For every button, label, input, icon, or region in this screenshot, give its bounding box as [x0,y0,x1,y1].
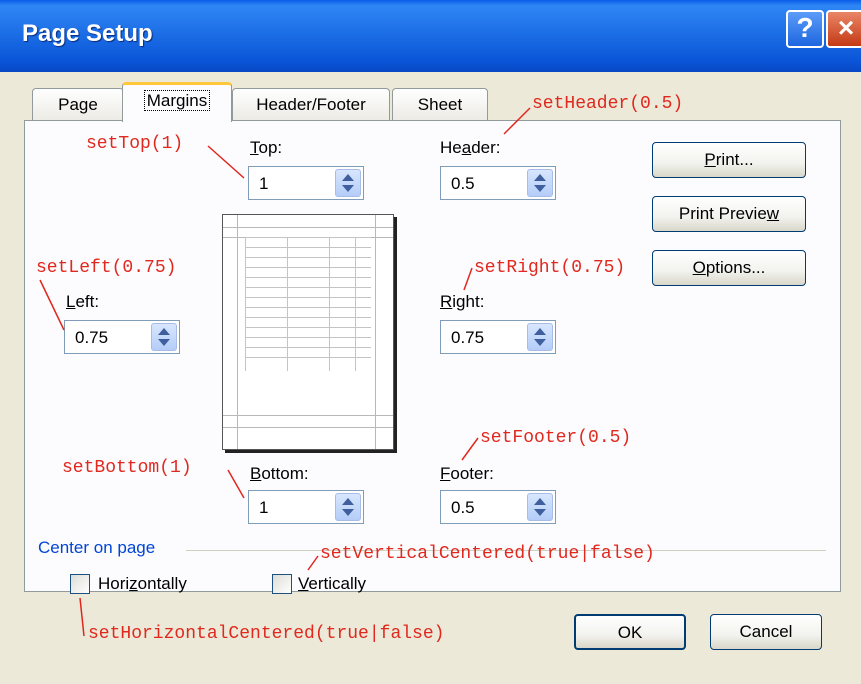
annotation-setheader: setHeader(0.5) [532,94,684,114]
annotation-setverticalcentered: setVerticalCentered(true|false) [320,544,655,564]
annotation-leaders [39,107,531,637]
annotation-setbottom: setBottom(1) [62,458,192,478]
annotation-sethorizontalcentered: setHorizontalCentered(true|false) [88,624,445,644]
annotation-setleft: setLeft(0.75) [36,258,177,278]
annotation-settop: setTop(1) [86,134,184,154]
annotation-setright: setRight(0.75) [474,258,626,278]
annotation-setfooter: setFooter(0.5) [480,428,632,448]
